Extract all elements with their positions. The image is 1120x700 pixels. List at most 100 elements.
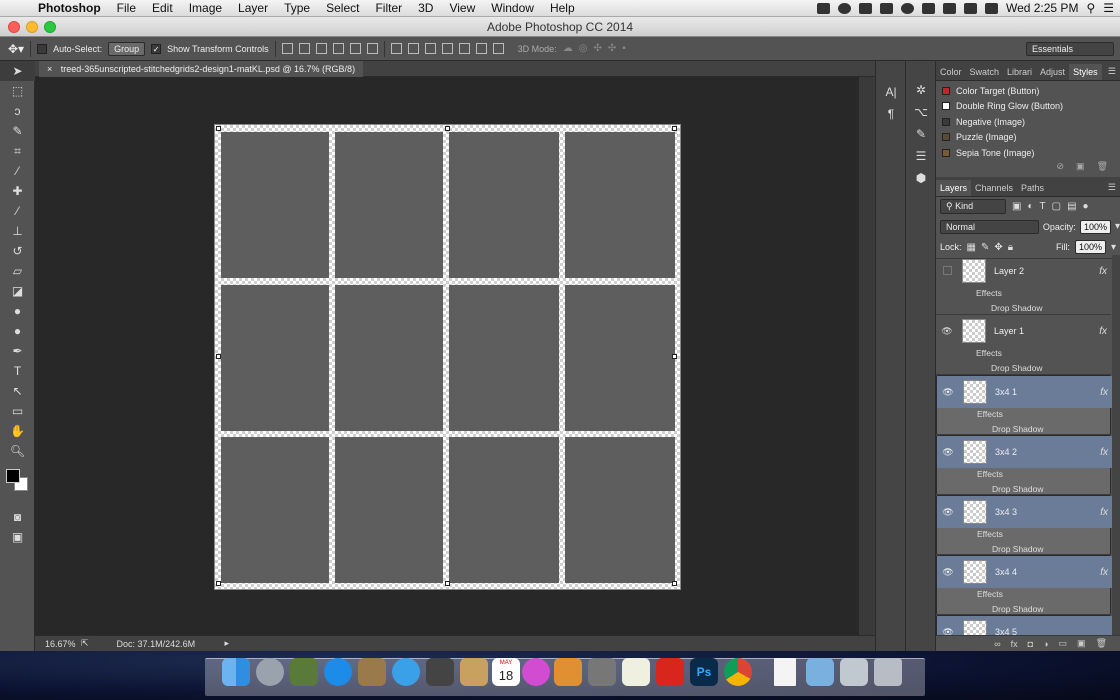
delete-style-icon[interactable]: 🗑︎ (1097, 161, 1108, 175)
drop-shadow-label[interactable]: Drop Shadow (991, 363, 1043, 373)
finder-icon[interactable] (222, 658, 250, 686)
tab-layers[interactable]: Layers (936, 179, 972, 196)
brush-tool-icon[interactable]: ⁄ (0, 201, 35, 221)
style-item[interactable]: Sepia Tone (Image) (936, 145, 1120, 161)
type-tool-icon[interactable]: T (0, 361, 35, 381)
workspace-dropdown[interactable]: Essentials (1026, 41, 1114, 56)
zoom-level[interactable]: 16.67% (35, 639, 77, 649)
eye-icon[interactable]: 👁︎ (936, 326, 958, 337)
dodge-tool-icon[interactable]: ● (0, 321, 35, 341)
layer-row[interactable]: Layer 2 fx Effects Drop Shadow (936, 255, 1111, 315)
system-preferences-icon[interactable] (588, 658, 616, 686)
lock-pixels-icon[interactable]: ✎ (981, 242, 989, 253)
panel-menu-icon[interactable]: ☰ (1104, 179, 1120, 196)
status-menu-arrow-icon[interactable]: ▸ (225, 638, 230, 649)
transform-handle[interactable] (445, 581, 450, 586)
auto-select-dropdown[interactable]: Group (108, 41, 146, 56)
3d-rotate-icon[interactable]: ☁ (563, 43, 573, 54)
textedit-icon[interactable] (622, 658, 650, 686)
layer-kind-dropdown[interactable]: ⚲ Kind (940, 199, 1006, 214)
menu-window[interactable]: Window (483, 0, 542, 17)
quick-selection-tool-icon[interactable]: ✎ (0, 121, 35, 141)
layer-row[interactable]: 👁︎ 3x4 1 fx Effects Drop Shadow (936, 375, 1112, 435)
drop-shadow-label[interactable]: Drop Shadow (992, 484, 1044, 494)
properties-panel-icon[interactable]: ☰ (906, 145, 936, 167)
3d-panel-icon[interactable]: ⬢ (906, 167, 936, 189)
effects-label[interactable]: Effects (976, 348, 1002, 358)
tool-presets-icon[interactable]: ✎ (906, 123, 936, 145)
spotlight-icon[interactable]: ⚲ (1086, 1, 1095, 15)
shape-tool-icon[interactable]: ▭ (0, 401, 35, 421)
healing-brush-tool-icon[interactable]: ✚ (0, 181, 35, 201)
pen-tool-icon[interactable]: ✒ (0, 341, 35, 361)
eyedropper-tool-icon[interactable]: ⁄ (0, 161, 35, 181)
iphoto-icon[interactable] (554, 658, 582, 686)
quick-mask-icon[interactable]: ◙ (0, 507, 35, 527)
marquee-tool-icon[interactable]: ⬚ (0, 81, 35, 101)
bluetooth-icon[interactable] (879, 2, 893, 14)
fx-icon[interactable]: fx (1100, 387, 1108, 398)
canvas-area[interactable] (35, 77, 859, 635)
layer-name[interactable]: Layer 2 (994, 266, 1024, 276)
brush-panel-icon[interactable]: ⌥ (906, 101, 936, 123)
3d-scale-icon[interactable]: ▪ (622, 43, 626, 54)
foreground-color-swatch[interactable] (6, 469, 20, 483)
filter-toggle-icon[interactable]: ● (1083, 201, 1089, 212)
transform-handle[interactable] (672, 581, 677, 586)
transform-handle[interactable] (216, 354, 221, 359)
calendar-icon[interactable]: MAY 18 (492, 658, 520, 686)
move-tool-icon[interactable]: ➤ (0, 61, 35, 81)
menu-edit[interactable]: Edit (144, 0, 181, 17)
3d-slide-icon[interactable]: ✣ (608, 43, 616, 54)
effects-label[interactable]: Effects (977, 409, 1003, 419)
menu-app-photoshop[interactable]: Photoshop (30, 0, 109, 17)
layer-row[interactable]: 👁︎ 3x4 5 (936, 615, 1112, 635)
character-panel-icon[interactable]: A| (876, 81, 906, 103)
style-item[interactable]: Double Ring Glow (Button) (936, 99, 1120, 115)
tab-adjustments[interactable]: Adjust (1036, 64, 1069, 80)
eye-icon[interactable]: 👁︎ (937, 507, 959, 518)
display-icon[interactable] (921, 2, 935, 14)
distribute-top-icon[interactable] (390, 43, 402, 54)
add-style-icon[interactable]: fx (1011, 639, 1018, 649)
menu-view[interactable]: View (441, 0, 483, 17)
wifi-icon[interactable] (942, 2, 956, 14)
filter-shape-icon[interactable]: ▢ (1052, 201, 1061, 212)
creative-cloud-app-icon[interactable] (656, 658, 684, 686)
eye-icon[interactable]: 👁︎ (937, 447, 959, 458)
close-window-button[interactable] (8, 21, 20, 33)
zoom-window-button[interactable] (44, 21, 56, 33)
safari-icon[interactable] (392, 658, 420, 686)
clock[interactable]: Wed 2:25 PM (1006, 1, 1078, 15)
transform-handle[interactable] (216, 581, 221, 586)
tab-paths[interactable]: Paths (1017, 180, 1048, 196)
hand-tool-icon[interactable]: ✋ (0, 421, 35, 441)
paint-bucket-tool-icon[interactable]: ◪ (0, 281, 35, 301)
document-canvas[interactable] (214, 124, 681, 590)
layer-name[interactable]: Layer 1 (994, 326, 1024, 336)
fx-icon[interactable]: fx (1100, 507, 1108, 518)
tab-channels[interactable]: Channels (971, 180, 1017, 196)
align-vcenter-icon[interactable] (298, 43, 310, 54)
screen-mode-icon[interactable]: ▣ (0, 527, 35, 547)
effects-label[interactable]: Effects (976, 288, 1002, 298)
blend-mode-dropdown[interactable]: Normal (940, 219, 1039, 234)
photo-booth-icon[interactable] (426, 658, 454, 686)
system-info-icon[interactable] (290, 658, 318, 686)
eye-icon[interactable]: 👁︎ (937, 567, 959, 578)
menu-select[interactable]: Select (318, 0, 367, 17)
auto-select-checkbox[interactable] (37, 43, 48, 54)
align-left-icon[interactable] (332, 43, 344, 54)
eraser-tool-icon[interactable]: ▱ (0, 261, 35, 281)
transform-handle[interactable] (672, 354, 677, 359)
fx-icon[interactable]: fx (1100, 567, 1108, 578)
drop-shadow-label[interactable]: Drop Shadow (992, 424, 1044, 434)
tab-libraries[interactable]: Librari (1003, 64, 1036, 80)
app-store-icon[interactable] (324, 658, 352, 686)
notification-center-icon[interactable]: ☰ (1103, 1, 1114, 15)
effects-label[interactable]: Effects (977, 469, 1003, 479)
creative-cloud-icon[interactable] (837, 2, 851, 14)
add-mask-icon[interactable]: ◘ (1028, 639, 1033, 649)
minimize-window-button[interactable] (26, 21, 38, 33)
trash-icon[interactable] (874, 658, 902, 686)
